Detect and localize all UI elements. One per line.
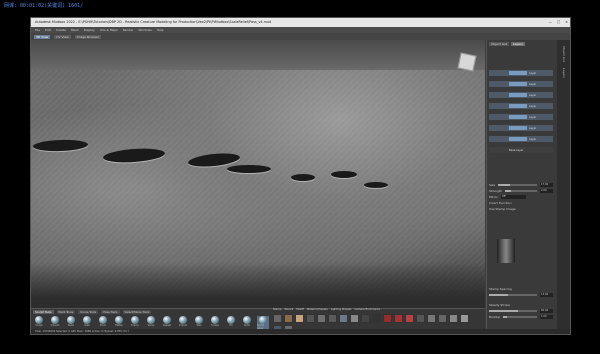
3d-viewport[interactable] bbox=[31, 40, 485, 308]
status-bar: Total: 19798432 Selected: 0 GPU Mem: 368… bbox=[31, 329, 570, 334]
stamp-spacing-section: Stamp Spacing 13.00 Steady Stroke 60.00 … bbox=[489, 286, 553, 320]
stamp-thumbnail[interactable] bbox=[273, 314, 282, 323]
tab-paint-tools[interactable]: Paint Tools bbox=[56, 310, 76, 314]
layer-row[interactable]: Layer bbox=[489, 125, 553, 131]
stamp-thumbnail[interactable] bbox=[361, 314, 370, 323]
stamp-thumbnail[interactable] bbox=[383, 314, 392, 323]
stamp-thumbnail[interactable] bbox=[350, 314, 359, 323]
buildup-value[interactable]: 1.00 bbox=[540, 315, 553, 319]
tab-falloff[interactable]: Falloff bbox=[296, 308, 304, 311]
stamp-preview-image bbox=[497, 239, 515, 263]
tool-properties: Size 17.00 Strength 2.00 Mirror Off Invert … bbox=[489, 182, 553, 212]
stamp-thumbnail[interactable] bbox=[449, 314, 458, 323]
buildup-slider[interactable] bbox=[503, 316, 537, 318]
tab-camera-bookmarks[interactable]: Camera Bookmarks bbox=[354, 308, 380, 311]
stamp-thumbnail[interactable] bbox=[306, 314, 315, 323]
tab-uv-view[interactable]: UV View bbox=[54, 34, 71, 39]
base-layer-row[interactable]: Base Layer bbox=[489, 147, 553, 153]
layers-panel: Object List Layers Layer Layer Layer Lay… bbox=[486, 40, 558, 334]
scale-groove bbox=[364, 182, 388, 188]
upper-skin-fold bbox=[31, 40, 485, 70]
scale-groove bbox=[227, 165, 271, 173]
view-tabs: 3D View UV View Image Browser bbox=[31, 33, 570, 40]
window-title-bar: Autodesk Mudbox 2022 - E:\PSHM\Tutorials… bbox=[31, 18, 570, 27]
layer-row[interactable]: Layer bbox=[489, 81, 553, 87]
stamp-thumbnail[interactable] bbox=[295, 314, 304, 323]
stamp-tray-tabs: Stamp Stencil Falloff Material Presets L… bbox=[273, 308, 380, 311]
stamp-spacing-value[interactable]: 13.00 bbox=[540, 293, 553, 297]
stamp-thumbnail[interactable] bbox=[460, 314, 469, 323]
size-slider[interactable] bbox=[498, 184, 537, 186]
stamp-thumbnail[interactable] bbox=[284, 314, 293, 323]
size-value[interactable]: 17.00 bbox=[540, 183, 553, 187]
tab-3d-view[interactable]: 3D View bbox=[34, 34, 51, 39]
layer-row[interactable]: Layer bbox=[489, 103, 553, 109]
strip-layers[interactable]: Layers bbox=[562, 68, 566, 78]
tab-select-move-tools[interactable]: Select/Move Tools bbox=[122, 310, 152, 314]
stamp-thumbnail[interactable] bbox=[416, 314, 425, 323]
tab-curve-tools[interactable]: Curve Tools bbox=[78, 310, 99, 314]
stamp-thumbnail[interactable] bbox=[394, 314, 403, 323]
video-timestamp-overlay: 网课: 00:01:02(关键词) 1601/ bbox=[4, 3, 84, 9]
scale-groove bbox=[32, 139, 89, 152]
tab-lighting-presets[interactable]: Lighting Presets bbox=[331, 308, 352, 311]
scale-groove bbox=[102, 146, 166, 165]
minimize-button[interactable]: — bbox=[549, 18, 552, 27]
tab-layers[interactable]: Layers bbox=[510, 42, 525, 46]
view-cube[interactable] bbox=[457, 52, 477, 72]
stamp-spacing-slider[interactable] bbox=[489, 294, 537, 296]
tab-pose-tools[interactable]: Pose Tools bbox=[101, 310, 120, 314]
stamp-thumbnail[interactable] bbox=[328, 314, 337, 323]
tab-stamp[interactable]: Stamp bbox=[273, 308, 281, 311]
tab-material-presets[interactable]: Material Presets bbox=[307, 308, 328, 311]
mirror-select[interactable]: Off bbox=[500, 195, 526, 199]
scale-groove bbox=[291, 174, 315, 181]
tab-image-browser[interactable]: Image Browser bbox=[74, 34, 102, 39]
strength-value[interactable]: 2.00 bbox=[540, 189, 553, 193]
layer-row[interactable]: Layer bbox=[489, 70, 553, 76]
tab-sculpt-tools[interactable]: Sculpt Tools bbox=[33, 310, 54, 314]
strip-object-list[interactable]: Object List bbox=[562, 46, 566, 62]
tab-object-list[interactable]: Object List bbox=[489, 42, 509, 46]
use-stamp-image-checkbox[interactable]: Use Stamp Image bbox=[489, 206, 553, 212]
right-side-strip: Object List Layers bbox=[557, 40, 570, 334]
close-button[interactable]: × bbox=[565, 18, 568, 27]
stamp-thumbnail[interactable] bbox=[405, 314, 414, 323]
stamp-thumbnail[interactable] bbox=[372, 314, 381, 323]
steady-stroke-value[interactable]: 60.00 bbox=[540, 309, 553, 313]
maximize-button[interactable]: □ bbox=[557, 18, 560, 27]
stamp-thumbnail[interactable] bbox=[438, 314, 447, 323]
stamp-thumbnail[interactable] bbox=[339, 314, 348, 323]
window-title: Autodesk Mudbox 2022 - E:\PSHM\Tutorials… bbox=[35, 20, 272, 24]
tab-stencil[interactable]: Stencil bbox=[284, 308, 293, 311]
mudbox-window: Autodesk Mudbox 2022 - E:\PSHM\Tutorials… bbox=[30, 17, 571, 335]
strength-slider[interactable] bbox=[504, 190, 537, 192]
stamp-thumbnail[interactable] bbox=[317, 314, 326, 323]
layer-row[interactable]: Layer bbox=[489, 136, 553, 142]
layer-row[interactable]: Layer bbox=[489, 114, 553, 120]
layer-row[interactable]: Layer bbox=[489, 92, 553, 98]
scale-groove bbox=[331, 171, 357, 178]
stamp-thumbnail[interactable] bbox=[427, 314, 436, 323]
steady-stroke-slider[interactable] bbox=[489, 310, 537, 312]
lower-shadow bbox=[31, 262, 485, 308]
